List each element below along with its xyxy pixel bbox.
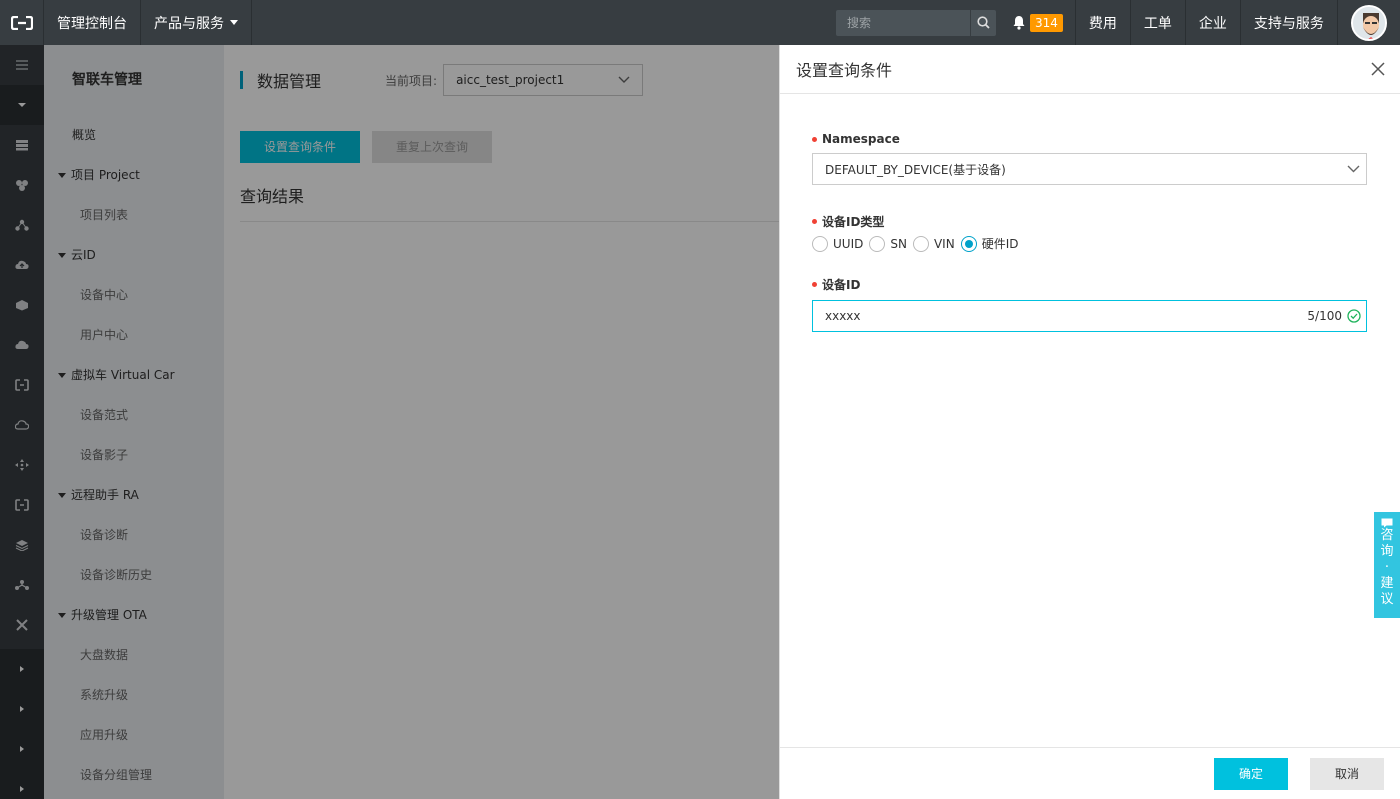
top-navigation-bar: 管理控制台 产品与服务 314 费用 工单 企业 支持与服务	[0, 0, 1400, 45]
id-type-radio-group: UUID SN VIN 硬件ID	[812, 235, 1366, 252]
radio-label: SN	[890, 236, 907, 251]
bell-icon	[1013, 16, 1025, 30]
device-id-field: 设备ID xxxxx 5/100	[812, 276, 1367, 332]
close-icon[interactable]	[1370, 61, 1386, 77]
feedback-tab[interactable]: 咨询·建议	[1374, 512, 1400, 618]
drawer-title: 设置查询条件	[796, 61, 893, 80]
check-circle-icon	[1347, 309, 1361, 323]
menu-fees[interactable]: 费用	[1076, 0, 1131, 45]
user-avatar[interactable]	[1338, 0, 1400, 45]
chevron-down-icon	[1347, 165, 1360, 173]
device-id-label: 设备ID	[812, 276, 1366, 293]
device-id-input[interactable]: xxxxx 5/100	[812, 300, 1367, 332]
required-dot-icon	[812, 136, 817, 142]
menu-tickets[interactable]: 工单	[1131, 0, 1186, 45]
radio-circle	[912, 235, 929, 252]
products-menu-label: 产品与服务	[154, 15, 224, 32]
cancel-button[interactable]: 取消	[1310, 758, 1384, 790]
radio-hardware-id[interactable]: 硬件ID	[960, 235, 1019, 252]
device-id-value: xxxxx	[825, 309, 861, 323]
search-icon[interactable]	[970, 9, 996, 36]
namespace-label: Namespace	[812, 132, 1366, 146]
required-dot-icon	[812, 219, 817, 224]
drawer-footer: 确定 取消	[780, 747, 1400, 799]
aliyun-logo-icon[interactable]	[0, 0, 44, 45]
radio-label: 硬件ID	[981, 237, 1019, 251]
id-type-label: 设备ID类型	[812, 213, 1366, 230]
query-conditions-drawer: 设置查询条件 Namespace DEFAULT_BY_DEVICE(基于设备)…	[779, 45, 1400, 799]
drawer-body: Namespace DEFAULT_BY_DEVICE(基于设备) 设备ID类型…	[780, 94, 1400, 332]
radio-sn[interactable]: SN	[869, 235, 907, 252]
notifications-button[interactable]: 314	[1006, 0, 1076, 45]
console-link[interactable]: 管理控制台	[44, 0, 141, 45]
radio-vin[interactable]: VIN	[912, 235, 955, 252]
device-id-label-text: 设备ID	[822, 278, 861, 292]
radio-circle	[869, 235, 886, 252]
id-type-field: 设备ID类型 UUID SN VIN 硬件ID	[812, 213, 1366, 252]
char-counter: 5/100	[1307, 309, 1361, 323]
products-menu[interactable]: 产品与服务	[141, 0, 252, 45]
menu-enterprise[interactable]: 企业	[1186, 0, 1241, 45]
namespace-select-value: DEFAULT_BY_DEVICE(基于设备)	[825, 162, 1006, 177]
radio-label: UUID	[833, 236, 864, 251]
radio-uuid[interactable]: UUID	[812, 235, 864, 252]
caret-down-icon	[230, 20, 238, 25]
notification-count-badge: 314	[1030, 13, 1063, 32]
namespace-label-text: Namespace	[822, 132, 900, 146]
avatar-image	[1350, 4, 1387, 41]
namespace-select[interactable]: DEFAULT_BY_DEVICE(基于设备)	[812, 153, 1367, 185]
feedback-tab-label: 咨询·建议	[1380, 528, 1394, 607]
confirm-button[interactable]: 确定	[1214, 758, 1288, 790]
search-box	[836, 9, 996, 36]
radio-circle	[812, 235, 828, 252]
chat-icon	[1381, 518, 1393, 528]
namespace-field: Namespace DEFAULT_BY_DEVICE(基于设备)	[812, 132, 1367, 185]
search-input[interactable]	[836, 9, 970, 36]
drawer-header: 设置查询条件	[780, 45, 1400, 94]
radio-circle-selected	[960, 235, 977, 252]
menu-support[interactable]: 支持与服务	[1241, 0, 1338, 45]
radio-label: VIN	[933, 236, 955, 251]
required-dot-icon	[812, 282, 817, 287]
id-type-label-text: 设备ID类型	[822, 215, 885, 229]
char-counter-text: 5/100	[1307, 309, 1342, 323]
